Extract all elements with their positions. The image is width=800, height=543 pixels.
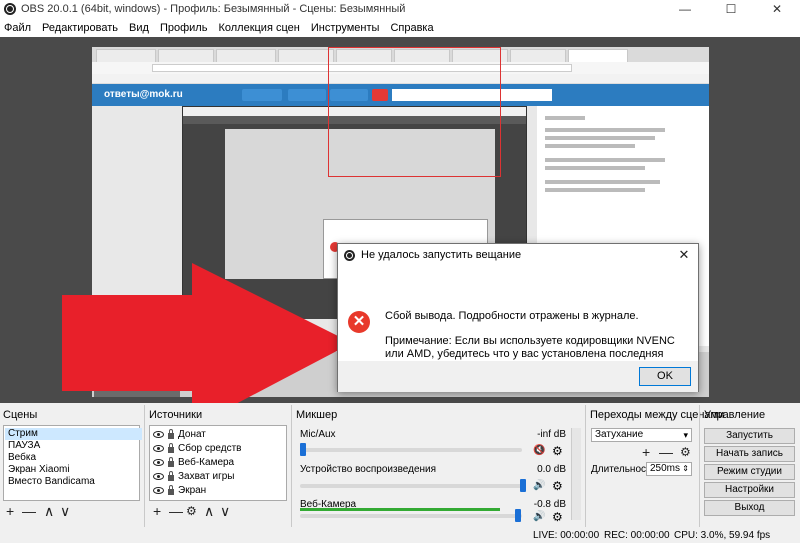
live-timer: LIVE: 00:00:00 [533,530,600,541]
source-item[interactable]: Донат [153,428,206,441]
visibility-eye-icon[interactable] [153,431,164,438]
menu-file[interactable]: Файл [4,22,31,34]
mixer-channel-name: Mic/Aux [300,429,336,440]
sources-list: Донат Сбор средств Веб-Камера Захват игр… [149,425,287,501]
move-source-down-button[interactable]: ∨ [220,504,230,518]
scene-item[interactable]: Стрим [5,428,142,440]
visibility-eye-icon[interactable] [153,445,164,452]
source-label: Веб-Камера [178,457,235,468]
volume-slider-knob[interactable] [300,443,306,456]
source-item[interactable]: Экран [153,484,206,497]
scene-item[interactable]: Вместо Bandicama [5,476,142,488]
lock-icon[interactable] [168,442,174,453]
menu-profile[interactable]: Профиль [160,22,208,34]
close-button[interactable]: ✕ [754,0,800,18]
volume-slider[interactable] [300,484,522,488]
source-item[interactable]: Захват игры [153,470,234,483]
volume-slider[interactable] [300,514,522,518]
error-dialog: Не удалось запустить вещание ✕ ✕ Сбой вы… [337,243,699,392]
source-properties-gear-icon[interactable]: ⚙ [186,505,197,517]
remove-transition-button[interactable]: — [659,445,673,459]
remove-source-button[interactable]: — [169,504,183,518]
duration-spinbox[interactable]: 250ms [646,462,692,476]
studio-mode-button[interactable]: Режим студии [704,464,795,480]
obs-logo-icon [344,249,355,261]
lock-icon[interactable] [168,456,174,467]
channel-gear-icon[interactable]: ⚙ [552,445,563,457]
mixer-channel-name: Устройство воспроизведения [300,464,437,475]
dialog-message: Сбой вывода. Подробности отражены в журн… [385,310,639,322]
rec-timer: REC: 00:00:00 [604,530,670,541]
visibility-eye-icon[interactable] [153,473,164,480]
menu-tools[interactable]: Инструменты [311,22,380,34]
source-label: Донат [178,429,206,440]
source-label: Сбор средств [178,443,242,454]
ok-button[interactable]: OK [639,367,691,386]
add-transition-button[interactable]: + [642,445,650,459]
minimize-button[interactable]: — [662,0,708,18]
menu-edit[interactable]: Редактировать [42,22,118,34]
volume-slider[interactable] [300,448,522,452]
speaker-muted-icon[interactable]: 🔇 [533,446,545,456]
dialog-close-button[interactable]: ✕ [676,247,692,263]
window-title: OBS 20.0.1 (64bit, windows) - Профиль: Б… [21,3,406,15]
status-bar: LIVE: 00:00:00 REC: 00:00:00 CPU: 3.0%, … [0,527,800,543]
menu-view[interactable]: Вид [129,22,149,34]
start-streaming-button[interactable]: Запустить трансляцию [704,428,795,455]
source-label: Экран [178,485,207,496]
speaker-icon[interactable]: 🔊 [533,481,545,491]
lock-icon[interactable] [168,428,174,439]
lock-icon[interactable] [168,484,174,495]
audio-level-meter [300,508,500,511]
menu-scene-collection[interactable]: Коллекция сцен [218,22,299,34]
channel-gear-icon[interactable]: ⚙ [552,511,563,523]
controls-dock-title: Управление [704,409,766,421]
menu-bar: Файл Редактировать Вид Профиль Коллекция… [0,18,800,37]
volume-slider-knob[interactable] [520,479,526,492]
transition-select[interactable]: Затухание [591,428,692,442]
mixer-channel-db: 0.0 dB [537,464,566,475]
error-icon: ✕ [348,311,370,333]
mixer-scrollbar[interactable] [571,428,581,520]
move-scene-down-button[interactable]: ∨ [60,504,70,518]
obs-logo-icon [4,3,16,15]
scenes-list: Стрим ПАУЗА Вебка Экран Xiaomi Вместо Ba… [3,425,142,501]
visibility-eye-icon[interactable] [153,459,164,466]
scene-item[interactable]: Вебка [5,452,142,464]
scenes-dock-title: Сцены [3,409,38,421]
mixer-channel-db: -0.8 dB [533,499,566,510]
remove-scene-button[interactable]: — [22,504,36,518]
source-item[interactable]: Сбор средств [153,442,241,455]
settings-button[interactable]: Настройки [704,482,795,498]
scene-item[interactable]: Экран Xiaomi [5,464,142,476]
channel-gear-icon[interactable]: ⚙ [552,480,563,492]
move-source-up-button[interactable]: ∧ [204,504,214,518]
dialog-title-bar: Не удалось запустить вещание ✕ [338,244,698,266]
sources-dock-title: Источники [149,409,203,421]
volume-slider-knob[interactable] [515,509,521,522]
add-scene-button[interactable]: + [6,504,14,518]
mixer-channel-db: -inf dB [537,429,566,440]
dialog-footer: OK [338,361,698,392]
start-recording-button[interactable]: Начать запись [704,446,795,462]
exit-button[interactable]: Выход [704,500,795,516]
maximize-button[interactable]: ☐ [708,0,754,18]
source-label: Захват игры [178,471,235,482]
lock-icon[interactable] [168,470,174,481]
dialog-title: Не удалось запустить вещание [361,249,522,261]
cpu-fps-indicator: CPU: 3.0%, 59.94 fps [674,530,771,541]
obs-window: OBS 20.0.1 (64bit, windows) - Профиль: Б… [0,0,800,543]
transition-gear-icon[interactable]: ⚙ [680,446,691,458]
source-item[interactable]: Веб-Камера [153,456,234,469]
scene-item[interactable]: ПАУЗА [5,440,142,452]
move-scene-up-button[interactable]: ∧ [44,504,54,518]
title-bar: OBS 20.0.1 (64bit, windows) - Профиль: Б… [0,0,800,18]
menu-help[interactable]: Справка [390,22,433,34]
speaker-icon[interactable]: 🔊 [533,512,545,522]
mixer-dock-title: Микшер [296,409,338,421]
visibility-eye-icon[interactable] [153,487,164,494]
add-source-button[interactable]: + [153,504,161,518]
